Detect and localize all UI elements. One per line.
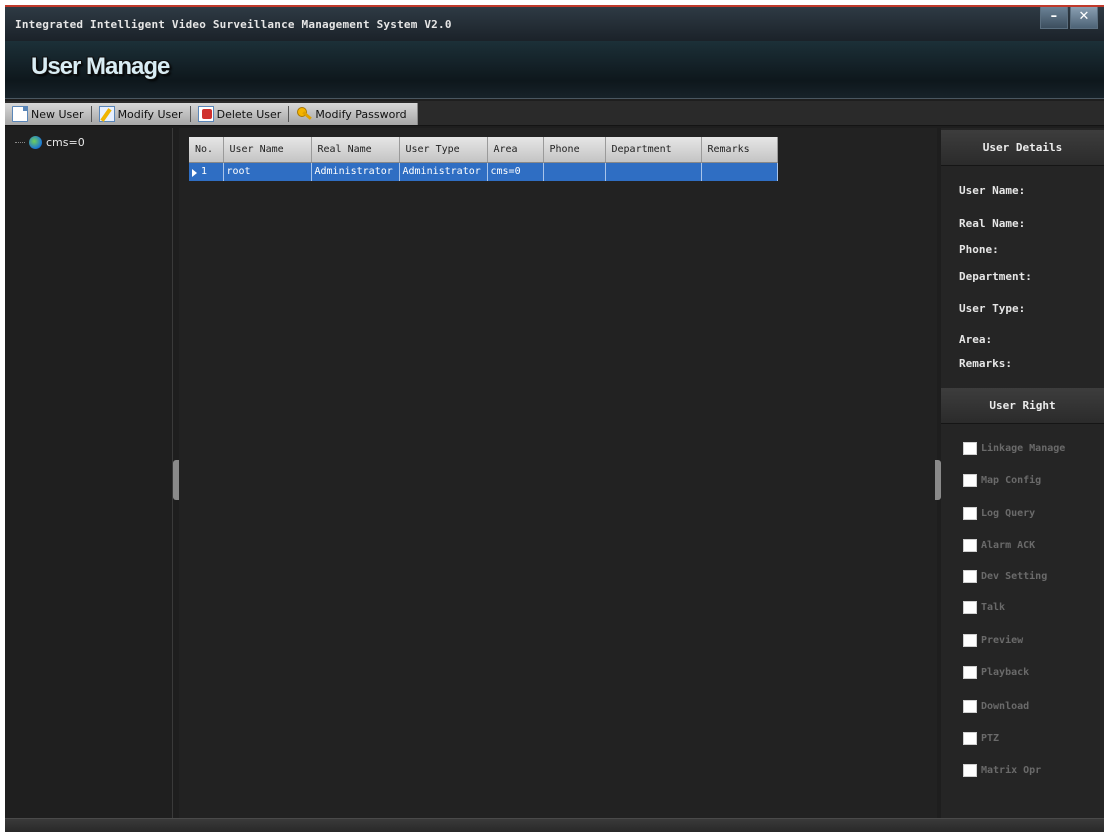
- right-label: Linkage Manage: [981, 443, 1066, 454]
- globe-icon: [29, 136, 42, 149]
- right-label: Download: [981, 701, 1030, 712]
- user-details-heading: User Details: [941, 130, 1104, 166]
- right-label: Matrix Opr: [981, 765, 1042, 776]
- right-label: Preview: [981, 635, 1024, 646]
- key-icon: [296, 106, 312, 122]
- close-button[interactable]: ✕: [1070, 7, 1098, 29]
- column-header-area[interactable]: Area: [487, 137, 544, 163]
- column-header-user-type[interactable]: User Type: [399, 137, 488, 163]
- right-label: Log Query: [981, 508, 1036, 519]
- new-user-button[interactable]: New User: [9, 106, 87, 122]
- checkbox[interactable]: [963, 666, 977, 679]
- right-log-query[interactable]: Log Query: [963, 507, 1035, 520]
- cell-area: cms=0: [487, 162, 544, 181]
- checkbox[interactable]: [963, 700, 977, 713]
- right-label: Map Config: [981, 475, 1042, 486]
- column-header-user-name[interactable]: User Name: [223, 137, 312, 163]
- right-alarm-ack[interactable]: Alarm ACK: [963, 539, 1035, 552]
- status-bar: [5, 818, 1104, 832]
- area-tree-panel: cms=0: [5, 128, 173, 818]
- cell-no: 1: [189, 162, 224, 181]
- right-label: Dev Setting: [981, 571, 1048, 582]
- edit-icon: [98, 106, 115, 122]
- checkbox[interactable]: [963, 507, 977, 520]
- toolbar-separator: [90, 106, 92, 122]
- modify-user-button[interactable]: Modify User: [96, 106, 186, 122]
- right-talk[interactable]: Talk: [963, 601, 1005, 614]
- toolbar-separator: [189, 106, 191, 122]
- page-title: User Manage: [31, 53, 170, 80]
- title-bar: Integrated Intelligent Video Surveillanc…: [5, 7, 1104, 41]
- user-right-heading: User Right: [941, 388, 1104, 424]
- modify-password-button[interactable]: Modify Password: [293, 106, 409, 122]
- right-linkage-manage[interactable]: Linkage Manage: [963, 442, 1065, 455]
- row-pointer-icon: [192, 168, 197, 177]
- right-ptz[interactable]: PTZ: [963, 732, 999, 745]
- detail-department-label: Department:: [959, 270, 1032, 283]
- app-window: Integrated Intelligent Video Surveillanc…: [5, 5, 1104, 832]
- right-map-config[interactable]: Map Config: [963, 474, 1041, 487]
- tree-connector: [15, 142, 25, 143]
- detail-area-label: Area:: [959, 333, 993, 346]
- column-header-remarks[interactable]: Remarks: [701, 137, 778, 163]
- window-title: Integrated Intelligent Video Surveillanc…: [15, 18, 452, 31]
- right-label: Playback: [981, 667, 1030, 678]
- table-header-row: No. User Name Real Name User Type Area P…: [189, 137, 778, 163]
- toolbar: New User Modify User Delete User Modify …: [5, 101, 1104, 126]
- checkbox[interactable]: [963, 634, 977, 647]
- column-header-no[interactable]: No.: [189, 137, 224, 163]
- modify-password-label: Modify Password: [315, 107, 407, 121]
- delete-icon: [197, 106, 214, 122]
- right-dev-setting[interactable]: Dev Setting: [963, 570, 1047, 583]
- detail-user-type-label: User Type:: [959, 302, 1026, 315]
- toolbar-buttons: New User Modify User Delete User Modify …: [5, 103, 418, 125]
- table-row[interactable]: 1 root Administrator Administrator cms=0: [189, 162, 778, 181]
- detail-real-name-label: Real Name:: [959, 217, 1026, 230]
- checkbox[interactable]: [963, 442, 977, 455]
- right-matrix-opr[interactable]: Matrix Opr: [963, 764, 1041, 777]
- cell-user-name: root: [223, 162, 312, 181]
- column-header-department[interactable]: Department: [605, 137, 702, 163]
- right-label: Alarm ACK: [981, 540, 1036, 551]
- user-table: No. User Name Real Name User Type Area P…: [189, 137, 778, 181]
- checkbox[interactable]: [963, 601, 977, 614]
- checkbox[interactable]: [963, 539, 977, 552]
- cell-real-name: Administrator: [311, 162, 400, 181]
- delete-user-button[interactable]: Delete User: [195, 106, 285, 122]
- right-label: PTZ: [981, 733, 1000, 744]
- delete-user-label: Delete User: [216, 107, 282, 121]
- detail-phone-label: Phone:: [959, 243, 999, 256]
- detail-user-name-label: User Name:: [959, 184, 1026, 197]
- right-playback[interactable]: Playback: [963, 666, 1029, 679]
- detail-remarks-label: Remarks:: [959, 357, 1012, 370]
- tree-node-label: cms=0: [46, 136, 85, 149]
- minimize-button[interactable]: –: [1040, 7, 1068, 29]
- cell-no-value: 1: [201, 166, 208, 178]
- checkbox[interactable]: [963, 732, 977, 745]
- modify-user-label: Modify User: [117, 107, 183, 121]
- right-label: Talk: [981, 602, 1006, 613]
- window-controls: – ✕: [1040, 7, 1098, 29]
- checkbox[interactable]: [963, 570, 977, 583]
- user-details-panel: User Details User Name: Real Name: Phone…: [941, 128, 1104, 818]
- toolbar-separator: [288, 106, 290, 122]
- right-preview[interactable]: Preview: [963, 634, 1023, 647]
- checkbox[interactable]: [963, 474, 977, 487]
- column-header-phone[interactable]: Phone: [543, 137, 606, 163]
- cell-user-type: Administrator: [399, 162, 488, 181]
- new-user-label: New User: [31, 107, 84, 121]
- new-document-icon: [12, 106, 28, 122]
- cell-phone: [543, 162, 606, 181]
- checkbox[interactable]: [963, 764, 977, 777]
- cell-department: [605, 162, 702, 181]
- tree-node-cms[interactable]: cms=0: [15, 136, 85, 149]
- page-header: User Manage: [5, 41, 1104, 99]
- right-download[interactable]: Download: [963, 700, 1029, 713]
- user-list-panel: No. User Name Real Name User Type Area P…: [179, 128, 937, 818]
- cell-remarks: [701, 162, 778, 181]
- column-header-real-name[interactable]: Real Name: [311, 137, 400, 163]
